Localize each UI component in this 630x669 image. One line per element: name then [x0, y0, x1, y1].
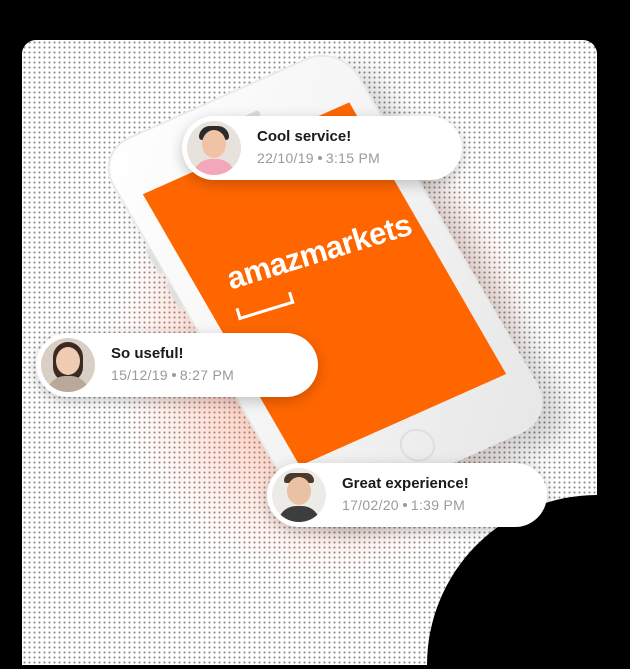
avatar-face — [287, 477, 311, 505]
avatar-shirt — [193, 159, 235, 175]
review-card: Cool service! 22/10/19 3:15 PM — [182, 116, 462, 180]
review-timestamp: 15/12/19 8:27 PM — [111, 364, 234, 386]
review-card: Great experience! 17/02/20 1:39 PM — [267, 463, 547, 527]
review-text: So useful! 15/12/19 8:27 PM — [111, 344, 234, 386]
home-button — [393, 423, 442, 467]
review-title: Great experience! — [342, 475, 469, 492]
separator-dot-icon — [402, 502, 407, 507]
review-timestamp: 22/10/19 3:15 PM — [257, 147, 380, 169]
review-text: Great experience! 17/02/20 1:39 PM — [342, 474, 469, 516]
review-title: Cool service! — [257, 128, 352, 145]
review-timestamp: 17/02/20 1:39 PM — [342, 494, 469, 516]
review-title: So useful! — [111, 345, 184, 362]
separator-dot-icon — [171, 372, 176, 377]
review-date: 22/10/19 — [257, 150, 314, 166]
avatar — [187, 121, 241, 175]
review-text: Cool service! 22/10/19 3:15 PM — [257, 127, 380, 169]
review-time: 1:39 PM — [410, 497, 466, 513]
avatar-face — [56, 347, 80, 375]
avatar — [41, 338, 95, 392]
separator-dot-icon — [317, 155, 322, 160]
review-time: 8:27 PM — [179, 367, 235, 383]
review-date: 17/02/20 — [342, 497, 399, 513]
avatar-shirt — [47, 376, 89, 392]
avatar-face — [202, 130, 226, 158]
review-card: So useful! 15/12/19 8:27 PM — [36, 333, 318, 397]
review-time: 3:15 PM — [325, 150, 381, 166]
avatar — [272, 468, 326, 522]
review-date: 15/12/19 — [111, 367, 168, 383]
avatar-shirt — [278, 506, 320, 522]
